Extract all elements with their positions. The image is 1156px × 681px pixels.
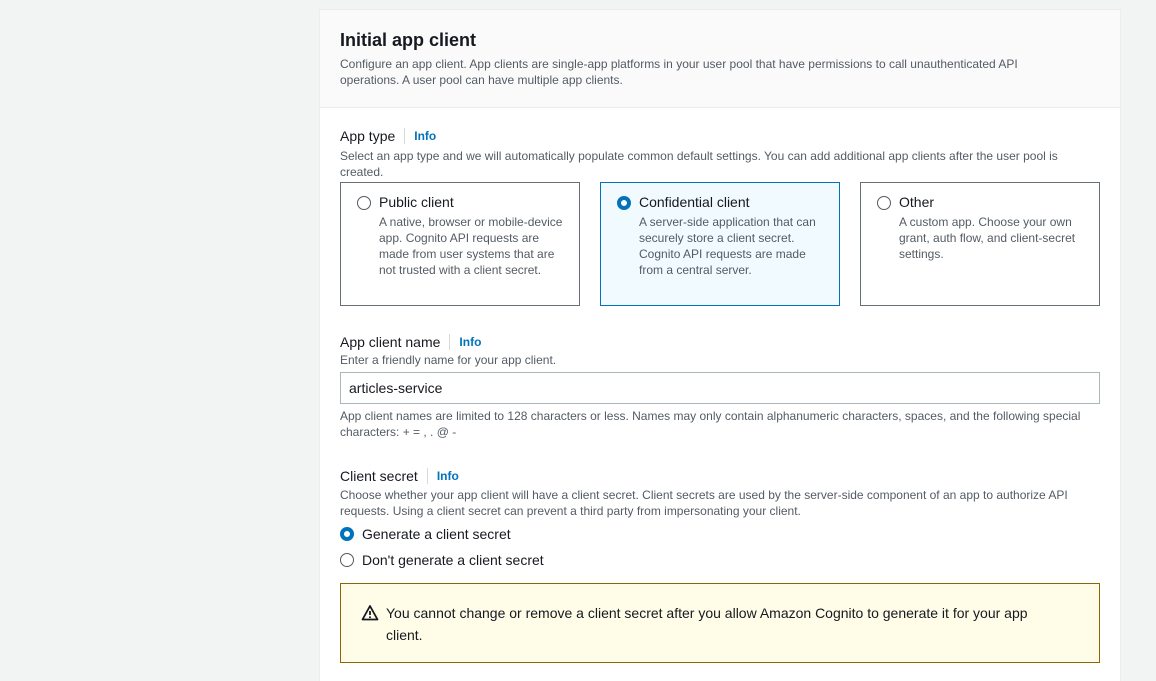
tile-title: Public client [379,194,454,210]
app-client-name-description: Enter a friendly name for your app clien… [340,353,557,367]
app-type-label: App type [340,128,396,144]
tile-title: Confidential client [639,194,750,210]
other-radio[interactable] [877,196,891,210]
no-secret-option[interactable]: Don't generate a client secret [340,552,544,568]
confidential-client-radio[interactable] [617,196,631,210]
client-secret-info-link[interactable]: Info [437,469,459,483]
no-secret-label: Don't generate a client secret [362,552,544,568]
warning-triangle-icon [361,605,379,621]
app-client-name-label: App client name [340,334,441,350]
generate-secret-label: Generate a client secret [362,526,511,542]
tile-other[interactable]: Other A custom app. Choose your own gran… [860,182,1100,306]
warning-alert: You cannot change or remove a client sec… [340,583,1100,663]
warning-text: You cannot change or remove a client sec… [386,605,1028,643]
info-divider [404,128,406,144]
app-type-description: Select an app type and we will automatic… [340,149,1058,179]
generate-secret-radio[interactable] [340,527,354,541]
initial-app-client-panel: Initial app client Configure an app clie… [319,9,1121,681]
public-client-radio[interactable] [357,196,371,210]
generate-secret-option[interactable]: Generate a client secret [340,526,511,542]
client-secret-label: Client secret [340,468,418,484]
tile-public-client[interactable]: Public client A native, browser or mobil… [340,182,580,306]
panel-title: Initial app client [340,30,477,50]
info-divider [426,468,428,484]
app-type-info-link[interactable]: Info [414,129,436,143]
client-secret-label-row: Client secret Info [340,468,459,484]
tile-title: Other [899,194,935,210]
app-client-name-label-row: App client name Info [340,334,481,350]
app-type-label-row: App type Info [340,128,436,144]
app-client-name-constraint: App client names are limited to 128 char… [340,409,1081,439]
client-secret-description: Choose whether your app client will have… [340,488,1068,518]
panel-header: Initial app client Configure an app clie… [320,10,1120,108]
no-secret-radio[interactable] [340,553,354,567]
info-divider [449,334,451,350]
app-client-name-info-link[interactable]: Info [459,335,481,349]
tile-confidential-client[interactable]: Confidential client A server-side applic… [600,182,840,306]
tile-description: A custom app. Choose your own grant, aut… [899,215,1076,261]
tile-description: A native, browser or mobile-device app. … [379,215,563,277]
panel-description: Configure an app client. App clients are… [340,57,1018,87]
app-client-name-input[interactable] [340,372,1100,404]
tile-description: A server-side application that can secur… [639,215,816,277]
